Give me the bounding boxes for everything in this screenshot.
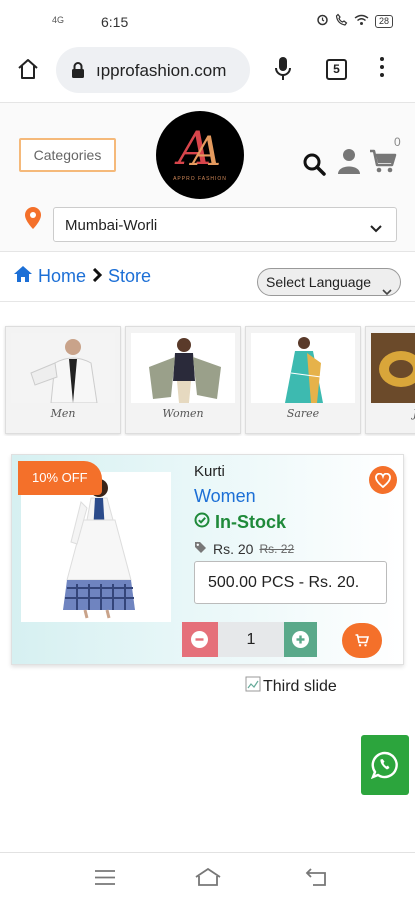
microphone-icon[interactable] — [273, 56, 293, 87]
category-card-women[interactable]: Women — [125, 326, 241, 434]
location-value: Mumbai-Worli — [65, 217, 158, 234]
language-select-label: Select Language — [266, 274, 372, 290]
call-icon — [335, 13, 348, 29]
minus-icon — [191, 631, 208, 648]
system-nav-bar — [0, 852, 415, 900]
breadcrumb-home-link[interactable]: Home — [38, 266, 86, 287]
status-time: 6:15 — [101, 14, 129, 30]
stock-status: In-Stock — [194, 512, 286, 533]
alarm-icon — [316, 13, 329, 29]
stock-status-text: In-Stock — [215, 512, 287, 532]
discount-badge: 10% OFF — [18, 461, 102, 495]
carousel-alt-text: Third slide — [263, 677, 337, 695]
product-price: Rs. 20 Rs. 22 — [194, 541, 294, 557]
chevron-right-icon — [92, 266, 103, 287]
heart-icon — [375, 472, 391, 493]
quantity-decrease-button[interactable] — [182, 622, 218, 657]
price-tag-icon — [194, 541, 207, 557]
product-card[interactable]: 10% OFF Kurti Women In-Stock Rs. 20 Rs. … — [11, 454, 404, 665]
wifi-icon — [354, 14, 369, 29]
add-to-cart-button[interactable] — [342, 623, 382, 658]
whatsapp-button[interactable] — [361, 735, 409, 795]
lock-icon — [71, 62, 85, 78]
category-card-saree[interactable]: Saree — [245, 326, 361, 434]
logo-mark-2: A — [192, 129, 221, 175]
plus-icon — [292, 631, 309, 648]
recent-apps-icon[interactable] — [95, 870, 115, 890]
quantity-increase-button[interactable] — [284, 622, 317, 657]
check-circle-icon — [194, 512, 210, 533]
divider — [0, 301, 415, 302]
carousel-slide-image: Third slide — [245, 676, 337, 697]
breadcrumb: Home Store — [14, 266, 151, 287]
category-card-jewellery[interactable]: Jew — [365, 326, 415, 434]
brand-logo[interactable]: A A APPRO FASHION — [156, 111, 244, 199]
breadcrumb-current[interactable]: Store — [108, 266, 151, 287]
chevron-down-icon — [370, 220, 382, 238]
tab-switcher-button[interactable]: 5 — [326, 59, 347, 80]
browser-toolbar: ıpprofashion.com 5 — [0, 42, 415, 100]
cart-icon[interactable] — [369, 149, 397, 178]
language-select[interactable]: Select Language — [257, 268, 401, 296]
address-bar[interactable]: ıpprofashion.com — [56, 47, 250, 93]
status-bar: 4G 6:15 28 — [0, 0, 415, 42]
back-icon[interactable] — [305, 868, 327, 891]
status-icons: 28 — [316, 13, 393, 29]
category-label: Men — [50, 407, 76, 420]
user-icon[interactable] — [338, 148, 360, 179]
battery-indicator: 28 — [374, 14, 393, 28]
cart-count-badge: 0 — [394, 135, 401, 149]
product-category[interactable]: Women — [194, 486, 256, 507]
cart-icon — [355, 634, 370, 652]
category-carousel[interactable]: Men Women Saree Jew — [0, 324, 415, 436]
category-label: Saree — [286, 407, 320, 420]
whatsapp-icon — [370, 751, 399, 784]
category-label: Jew — [366, 407, 415, 420]
search-icon[interactable] — [302, 152, 326, 181]
home-icon[interactable] — [16, 57, 40, 81]
wishlist-button[interactable] — [369, 466, 397, 494]
site-header: Categories A A APPRO FASHION 0 Mumbai-Wo… — [0, 102, 415, 252]
original-price: Rs. 22 — [259, 542, 295, 556]
quantity-input[interactable]: 1 — [218, 622, 284, 657]
category-image-women — [131, 333, 235, 403]
category-image-saree — [251, 333, 355, 403]
product-name[interactable]: Kurti — [194, 463, 225, 480]
category-label: Women — [162, 407, 204, 420]
category-image-jewellery — [371, 333, 415, 403]
signal-indicator: 4G — [52, 15, 65, 25]
pack-size-select[interactable]: 500.00 PCS - Rs. 20. — [194, 561, 387, 604]
home-breadcrumb-icon[interactable] — [14, 266, 32, 287]
location-pin-icon — [25, 207, 41, 234]
broken-image-icon — [245, 676, 261, 697]
logo-brand-text: APPRO FASHION — [173, 176, 227, 182]
location-select[interactable]: Mumbai-Worli — [53, 207, 397, 242]
home-nav-icon[interactable] — [195, 867, 221, 891]
current-price: Rs. 20 — [213, 541, 254, 557]
category-card-men[interactable]: Men — [5, 326, 121, 434]
url-text: ıpprofashion.com — [96, 61, 227, 80]
categories-button[interactable]: Categories — [19, 138, 116, 172]
menu-kebab-icon[interactable] — [380, 57, 386, 81]
category-image-men — [11, 333, 115, 403]
